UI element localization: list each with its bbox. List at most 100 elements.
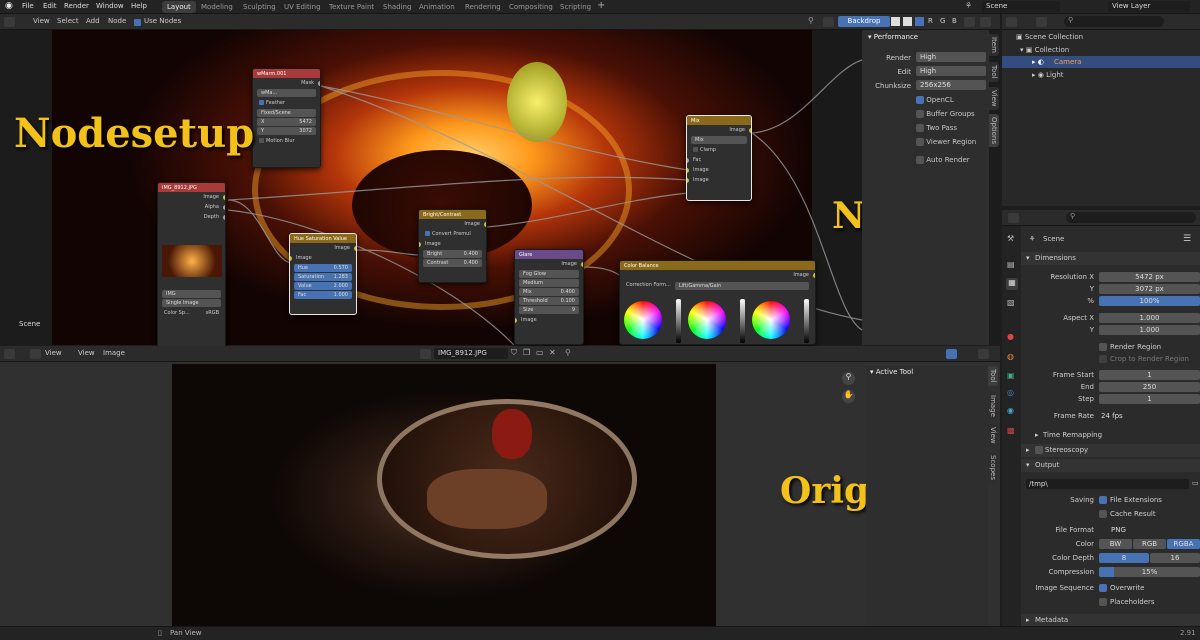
cb-correction-dropdown[interactable]: Lift/Gamma/Gain (674, 282, 809, 290)
properties-search-input[interactable]: ⚲ (1066, 212, 1196, 223)
world-props-icon[interactable]: ◍ (1007, 352, 1014, 361)
aspect-x-field[interactable]: 1.000 (1099, 313, 1200, 323)
node-menu-add[interactable]: Add (86, 17, 100, 25)
tab-animation[interactable]: Animation (414, 1, 460, 13)
image-editor-type-icon[interactable] (4, 349, 15, 359)
tab-uv-editing[interactable]: UV Editing (279, 1, 326, 13)
tab-modeling[interactable]: Modeling (196, 1, 238, 13)
editor-type-icon[interactable] (4, 17, 15, 27)
viewer-region-checkbox[interactable] (916, 138, 924, 146)
scene-props-icon[interactable]: ● (1007, 332, 1014, 341)
glare-type-dropdown[interactable]: Fog Glow (519, 270, 579, 278)
depth-16-button[interactable]: 16 (1150, 553, 1200, 563)
bc-contrast-field[interactable]: Contrast 0.400 (423, 259, 482, 267)
depth-8-button[interactable]: 8 (1099, 553, 1149, 563)
mix-mode-dropdown[interactable]: Mix (691, 136, 747, 144)
backdrop-color-alpha-icon[interactable] (915, 17, 924, 26)
image-mode-view[interactable]: View (45, 349, 62, 357)
hsv-value-field[interactable]: Value 2.000 (294, 282, 352, 290)
tab-layout[interactable]: Layout (162, 1, 196, 13)
view-layer-selector[interactable]: View Layer (1108, 1, 1190, 12)
hsv-fac-field[interactable]: Fac 1.000 (294, 291, 352, 299)
image-tab-scopes[interactable]: Scopes (988, 452, 998, 483)
frame-end-field[interactable]: 250 (1099, 382, 1200, 392)
tab-sculpting[interactable]: Sculpting (238, 1, 281, 13)
node-tab-tool[interactable]: Tool (989, 62, 999, 82)
glare-threshold-field[interactable]: Threshold 0.100 (519, 297, 579, 305)
res-x-field[interactable]: 5472 px (1099, 272, 1200, 282)
menu-render[interactable]: Render (64, 2, 89, 10)
gizmo-toggle-icon[interactable] (946, 349, 957, 359)
file-format-dropdown[interactable]: PNG (1099, 525, 1200, 535)
blender-logo-icon[interactable]: ◉ (5, 1, 13, 11)
active-tool-header[interactable]: ▾ Active Tool (870, 368, 913, 376)
backdrop-alpha-icon[interactable] (903, 17, 912, 26)
node-glare[interactable]: Glare Image Fog Glow Medium Mix 0.400 Thr… (514, 249, 584, 345)
node-color-balance[interactable]: Color Balance Image Correction Form... Li… (619, 260, 816, 345)
gamma-color-wheel[interactable] (688, 301, 726, 339)
physics-props-icon[interactable]: ◉ (1007, 406, 1014, 415)
image-browse-icon[interactable] (420, 349, 431, 359)
color-rgb-button[interactable]: RGB (1133, 539, 1166, 549)
node-tab-options[interactable]: Options (989, 114, 999, 148)
image-tab-tool[interactable]: Tool (988, 366, 998, 386)
pan-hand-icon[interactable]: ✋ (842, 390, 855, 403)
properties-type-icon[interactable] (1008, 213, 1019, 223)
tool-props-icon[interactable]: ⚒ (1007, 234, 1014, 243)
gain-color-wheel[interactable] (752, 301, 790, 339)
socket-bc-out[interactable] (484, 222, 486, 227)
overlay-icon[interactable] (980, 17, 991, 27)
display-channels-icon[interactable] (978, 349, 989, 359)
mask-size-dropdown[interactable]: Fixed/Scene (257, 109, 316, 117)
menu-help[interactable]: Help (131, 2, 147, 10)
image-editor-area[interactable]: Original ⚲ ✋ ▾ Active Tool Tool Image Vi… (0, 362, 1000, 626)
bc-bright-field[interactable]: Bright 0.400 (423, 250, 482, 258)
socket-image-out[interactable] (223, 195, 225, 200)
zoom-icon[interactable]: ⚲ (842, 372, 855, 385)
socket-mask-out[interactable] (318, 81, 320, 86)
image-tab-image[interactable]: Image (988, 392, 998, 420)
two-pass-checkbox[interactable] (916, 124, 924, 132)
node-menu-select[interactable]: Select (57, 17, 79, 25)
socket-hsv-out[interactable] (354, 246, 356, 251)
outliner-type-icon[interactable] (1006, 17, 1017, 27)
image-source-dropdown[interactable]: Single Image (162, 299, 221, 307)
glare-size-field[interactable]: Size 9 (519, 306, 579, 314)
motion-blur-checkbox[interactable] (259, 138, 264, 143)
tab-shading[interactable]: Shading (378, 1, 416, 13)
clamp-checkbox[interactable] (693, 147, 698, 152)
feather-checkbox[interactable] (259, 100, 264, 105)
metadata-header[interactable]: ▸ Metadata (1021, 614, 1200, 626)
frame-step-field[interactable]: 1 (1099, 394, 1200, 404)
res-y-field[interactable]: 3072 px (1099, 284, 1200, 294)
scene-selector[interactable]: Scene (982, 1, 1060, 12)
placeholders-checkbox[interactable] (1099, 598, 1107, 606)
output-header[interactable]: ▾ Output (1021, 459, 1200, 472)
render-region-checkbox[interactable] (1099, 343, 1107, 351)
node-hue-saturation[interactable]: Hue Saturation Value Image Image Hue 0.57… (289, 233, 357, 315)
colorspace-value[interactable]: sRGB (206, 310, 219, 316)
image-tab-view[interactable]: View (988, 424, 998, 447)
performance-header[interactable]: ▾ Performance (868, 33, 918, 41)
menu-edit[interactable]: Edit (43, 2, 57, 10)
render-props-icon[interactable]: ▤ (1007, 260, 1015, 269)
node-menu-view[interactable]: View (33, 17, 50, 25)
collection-row[interactable]: ▾ ▣ Collection (1020, 46, 1069, 54)
gain-slider[interactable] (804, 299, 809, 343)
perf-chunk-dropdown[interactable]: 256x256 (916, 80, 986, 90)
add-workspace-icon[interactable]: + (597, 0, 605, 11)
stereoscopy-checkbox[interactable] (1035, 446, 1043, 454)
frame-rate-dropdown[interactable]: 24 fps (1099, 411, 1200, 421)
object-props-icon[interactable]: ▣ (1007, 371, 1015, 380)
duplicate-icon[interactable]: ❐ (523, 348, 530, 357)
file-extensions-checkbox[interactable] (1099, 496, 1107, 504)
socket-mix-fac[interactable] (687, 158, 689, 163)
aspect-y-field[interactable]: 1.000 (1099, 325, 1200, 335)
outliner-filter-icon[interactable] (1036, 17, 1047, 27)
node-image[interactable]: IMG_8912.JPG Image Alpha Depth IMG Singl… (157, 182, 226, 364)
res-percent-field[interactable]: 100% (1099, 296, 1200, 306)
socket-cb-out[interactable] (813, 273, 815, 278)
output-path-input[interactable]: /tmp\ (1026, 479, 1189, 489)
open-folder-icon[interactable]: ▭ (536, 348, 544, 357)
node-menu-node[interactable]: Node (108, 17, 126, 25)
